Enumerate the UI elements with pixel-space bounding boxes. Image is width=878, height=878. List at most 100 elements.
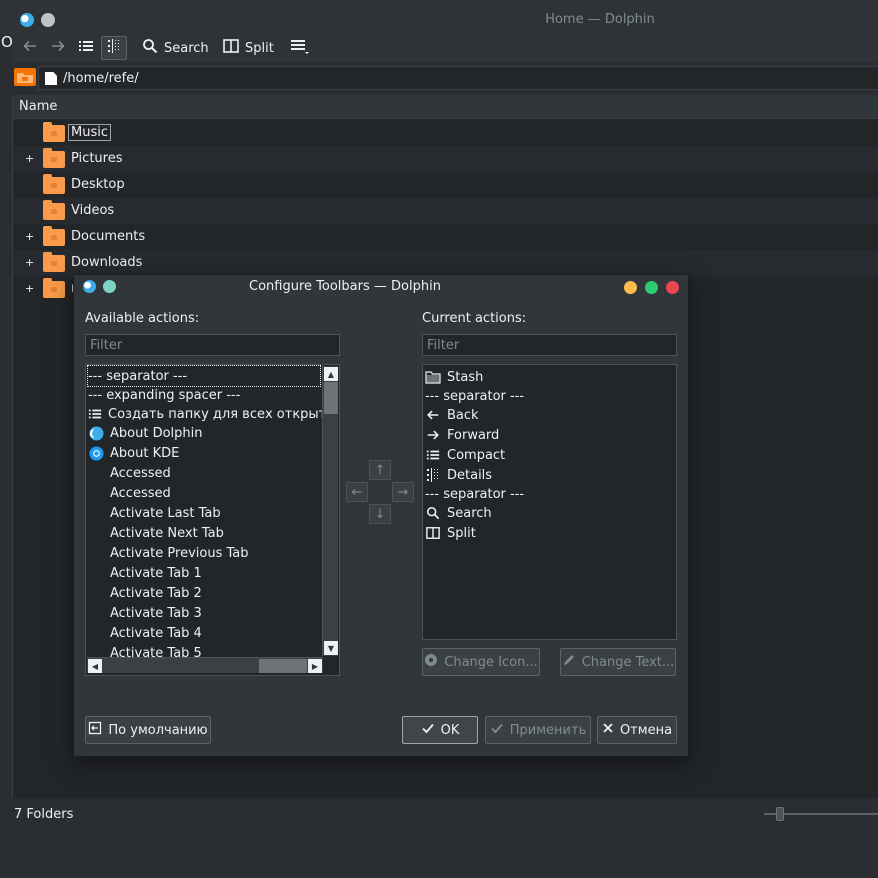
- list-item[interactable]: --- expanding spacer ---: [88, 385, 240, 405]
- move-up-button[interactable]: ↑: [369, 460, 391, 480]
- current-actions-list[interactable]: Stash --- separator --- Back Forward Com…: [422, 364, 677, 640]
- list-item[interactable]: Forward: [425, 425, 499, 445]
- name-column-header[interactable]: Name: [13, 95, 878, 119]
- available-filter-input[interactable]: [85, 334, 340, 356]
- expand-icon[interactable]: +: [25, 230, 34, 243]
- list-item[interactable]: Activate Next Tab: [88, 523, 224, 543]
- folder-icon: [43, 148, 65, 168]
- scrollbar-thumb[interactable]: [324, 382, 338, 414]
- list-item[interactable]: Back: [425, 405, 479, 425]
- hamburger-menu-button[interactable]: [286, 36, 314, 60]
- split-icon: [223, 38, 239, 58]
- arrow-up-icon: ↑: [374, 462, 386, 478]
- search-icon: [425, 505, 441, 521]
- hamburger-menu-icon: [290, 37, 310, 59]
- scroll-up-icon[interactable]: ▲: [324, 367, 338, 381]
- arrow-down-icon: ↓: [374, 506, 386, 522]
- close-icon: [602, 722, 614, 738]
- vertical-scrollbar[interactable]: ▲ ▼: [322, 366, 338, 656]
- list-item[interactable]: Compact: [425, 445, 505, 465]
- zoom-slider-handle[interactable]: [776, 807, 784, 821]
- list-item[interactable]: --- separator ---: [425, 386, 524, 406]
- folder-page-icon: [45, 72, 57, 85]
- details-icon: [107, 39, 121, 57]
- folder-row-music[interactable]: Music: [13, 120, 878, 146]
- list-item[interactable]: --- separator ---: [425, 484, 524, 504]
- back-button[interactable]: [18, 36, 42, 60]
- move-down-button[interactable]: ↓: [369, 504, 391, 524]
- folder-name: Downloads: [71, 255, 143, 270]
- search-button[interactable]: Search: [138, 36, 213, 60]
- reset-defaults-icon: [88, 721, 102, 739]
- location-field[interactable]: /home/refe/: [38, 66, 878, 90]
- list-item[interactable]: Activate Previous Tab: [88, 543, 249, 563]
- apply-button[interactable]: Применить: [485, 716, 591, 744]
- list-item[interactable]: --- separator ---: [87, 365, 321, 387]
- folder-row-documents[interactable]: + Documents: [13, 224, 878, 250]
- list-item[interactable]: Accessed: [88, 483, 171, 503]
- list-item[interactable]: Split: [425, 523, 476, 543]
- scroll-down-icon[interactable]: ▼: [324, 641, 338, 655]
- current-filter-input[interactable]: [422, 334, 677, 356]
- list-item[interactable]: Activate Tab 1: [88, 563, 202, 583]
- window-title: Home — Dolphin: [545, 12, 655, 27]
- current-actions-label: Current actions:: [422, 311, 527, 326]
- remove-action-button[interactable]: ←: [346, 482, 368, 502]
- folder-icon: [425, 369, 441, 385]
- list-item[interactable]: Activate Tab 3: [88, 603, 202, 623]
- available-actions-list[interactable]: --- separator --- --- expanding spacer -…: [85, 364, 340, 676]
- list-item[interactable]: Details: [425, 465, 492, 485]
- defaults-button[interactable]: По умолчанию: [85, 716, 211, 744]
- arrow-right-icon: [50, 38, 66, 58]
- folder-name: Videos: [71, 203, 115, 218]
- scrollbar-thumb[interactable]: [259, 659, 307, 673]
- list-item[interactable]: Stash: [425, 367, 483, 387]
- minimize-button[interactable]: [624, 281, 637, 294]
- folder-row-videos[interactable]: Videos: [13, 198, 878, 224]
- details-icon: [425, 467, 441, 483]
- list-item[interactable]: Search: [425, 503, 492, 523]
- expand-icon[interactable]: +: [25, 282, 34, 295]
- folder-row-pictures[interactable]: + Pictures: [13, 146, 878, 172]
- list-item[interactable]: Accessed: [88, 463, 171, 483]
- list-item[interactable]: Создать папку для всех открытых: [88, 404, 322, 424]
- expand-icon[interactable]: +: [25, 152, 34, 165]
- list-icon: [78, 38, 94, 58]
- folder-row-desktop[interactable]: Desktop: [13, 172, 878, 198]
- add-action-button[interactable]: →: [392, 482, 414, 502]
- location-path: /home/refe/: [63, 71, 139, 86]
- scroll-right-icon[interactable]: ▶: [308, 659, 322, 673]
- arrow-right-icon: [425, 427, 441, 443]
- folder-icon: [43, 200, 65, 220]
- list-icon: [425, 447, 441, 463]
- list-item[interactable]: About Dolphin: [88, 423, 203, 443]
- status-bar: 7 Folders: [12, 801, 878, 827]
- list-item[interactable]: Activate Last Tab: [88, 503, 221, 523]
- folder-icon: [43, 122, 65, 142]
- details-view-button[interactable]: [101, 36, 127, 60]
- checkmark-icon: [421, 721, 435, 739]
- folder-icon: [43, 278, 65, 298]
- change-icon-button[interactable]: Change Icon...: [422, 648, 540, 676]
- forward-button[interactable]: [46, 36, 70, 60]
- split-button[interactable]: Split: [219, 36, 278, 60]
- horizontal-scrollbar[interactable]: ◀ ▶: [87, 657, 323, 673]
- home-folder-icon[interactable]: [14, 68, 36, 86]
- dialog-title: Configure Toolbars — Dolphin: [249, 279, 441, 294]
- search-icon: [142, 38, 158, 58]
- arrow-right-icon: →: [397, 484, 409, 500]
- list-item[interactable]: Activate Tab 4: [88, 623, 202, 643]
- ok-button[interactable]: OK: [402, 716, 478, 744]
- dialog-titlebar: Configure Toolbars — Dolphin: [74, 275, 688, 299]
- list-item[interactable]: About KDE: [88, 443, 179, 463]
- maximize-button[interactable]: [645, 281, 658, 294]
- cancel-button[interactable]: Отмена: [597, 716, 677, 744]
- folder-row-downloads[interactable]: + Downloads: [13, 250, 878, 276]
- compact-view-button[interactable]: [74, 36, 98, 60]
- change-text-button[interactable]: Change Text...: [560, 648, 676, 676]
- list-icon: [88, 406, 102, 422]
- scroll-left-icon[interactable]: ◀: [88, 659, 102, 673]
- expand-icon[interactable]: +: [25, 256, 34, 269]
- list-item[interactable]: Activate Tab 2: [88, 583, 202, 603]
- close-button[interactable]: [666, 281, 679, 294]
